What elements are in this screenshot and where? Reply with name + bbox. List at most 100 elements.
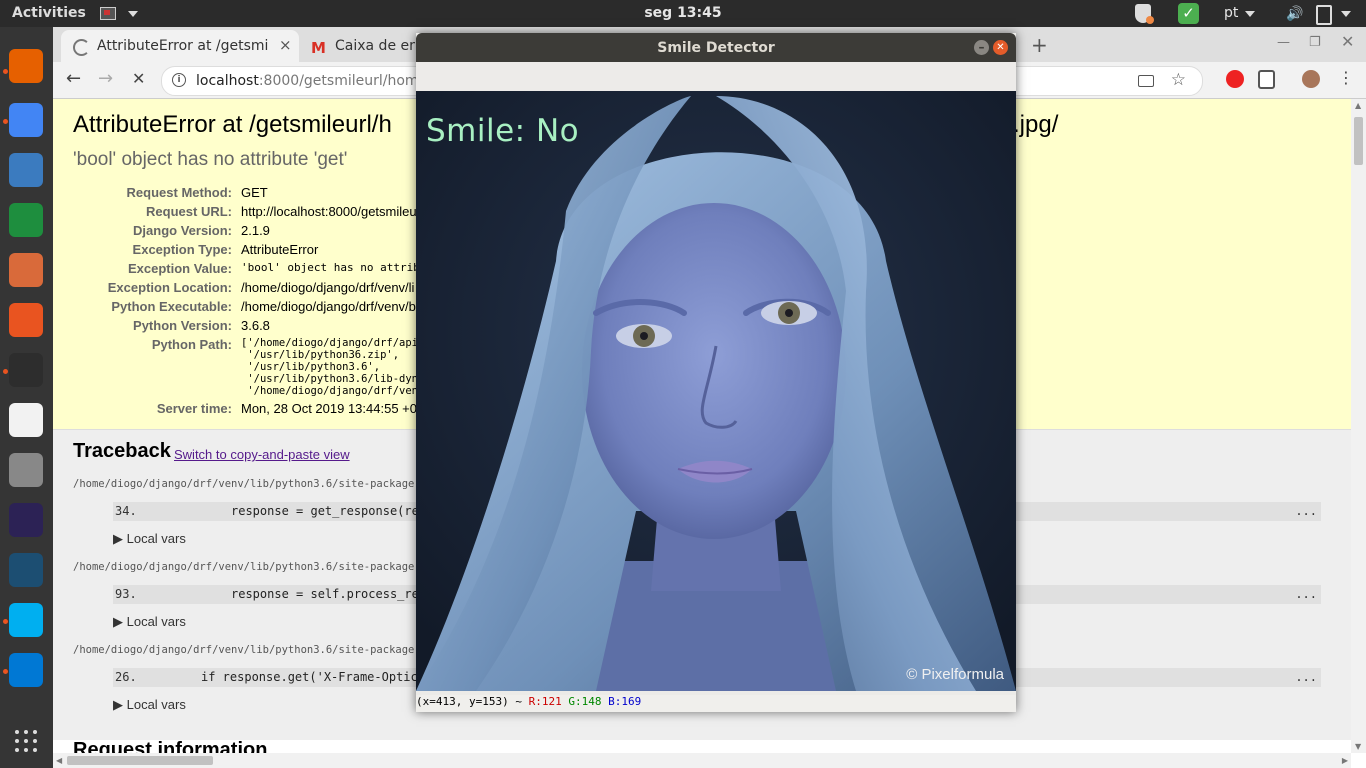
green-value: G:148: [568, 695, 602, 708]
meta-value: /home/diogo/django/drf/venv/b: [241, 299, 416, 314]
libreoffice-impress-icon[interactable]: [9, 153, 43, 187]
new-tab-button[interactable]: +: [1031, 33, 1048, 57]
local-vars-toggle[interactable]: ▶ Local vars: [113, 614, 186, 630]
bookmark-star-icon[interactable]: ☆: [1171, 70, 1186, 90]
request-info-heading: Request information: [73, 739, 268, 753]
expand-context-button[interactable]: ...: [1295, 670, 1317, 684]
switch-view-link[interactable]: Switch to copy-and-paste view: [174, 447, 350, 462]
window-toolbar: [416, 62, 1016, 92]
chevron-down-icon: [1245, 11, 1255, 17]
skype-icon[interactable]: [9, 603, 43, 637]
clock[interactable]: seg 13:45: [0, 5, 1366, 21]
tab-gmail[interactable]: M Caixa de ent: [303, 30, 423, 62]
mysql-workbench-icon[interactable]: [9, 553, 43, 587]
expand-context-button[interactable]: ...: [1295, 504, 1317, 518]
line-number: 26.: [115, 670, 137, 684]
vscode-icon[interactable]: [9, 653, 43, 687]
running-indicator: [3, 619, 8, 624]
settings-icon[interactable]: [9, 453, 43, 487]
scroll-down-icon[interactable]: ▼: [1355, 742, 1361, 751]
source-code: response = self.process_re: [231, 587, 419, 601]
blue-value: B:169: [608, 695, 642, 708]
meta-value: /home/diogo/django/drf/venv/li: [241, 280, 415, 295]
local-vars-toggle[interactable]: ▶ Local vars: [113, 697, 186, 713]
tab-title: AttributeError at /getsmi: [97, 38, 269, 54]
smile-detector-window: Smile Detector – ✕ Smile: No © Pixelform…: [416, 33, 1016, 712]
window-title: Smile Detector: [657, 40, 775, 56]
close-icon[interactable]: ×: [279, 36, 292, 54]
meta-label: Python Path:: [151, 337, 232, 352]
line-number: 93.: [115, 587, 137, 601]
smile-result-label: Smile: No: [426, 113, 580, 149]
traceback-heading: Traceback: [73, 440, 171, 462]
horizontal-scrollbar[interactable]: ◀ ▶: [53, 753, 1351, 768]
terminal-icon[interactable]: [9, 353, 43, 387]
exception-message: 'bool' object has no attribute 'get': [73, 149, 348, 170]
text-editor-icon[interactable]: [9, 403, 43, 437]
meta-label: Exception Value:: [127, 261, 232, 276]
meta-value: 3.6.8: [241, 318, 270, 333]
meta-label: Exception Location:: [107, 280, 232, 295]
check-icon[interactable]: ✓: [1178, 3, 1199, 24]
forward-button[interactable]: →: [98, 68, 113, 89]
frame-path: /home/diogo/django/drf/venv/lib/python3.…: [73, 478, 415, 490]
source-code: if response.get('X-Frame-Optic: [201, 670, 418, 684]
clipboard-icon[interactable]: [1316, 5, 1332, 25]
chrome-icon[interactable]: [9, 103, 43, 137]
libreoffice-calc-icon[interactable]: [9, 203, 43, 237]
close-icon[interactable]: ✕: [1341, 32, 1354, 51]
meta-label: Request URL:: [146, 204, 232, 219]
minimize-icon[interactable]: —: [1277, 35, 1290, 50]
extension-icon[interactable]: [1258, 70, 1275, 89]
pixel-status-bar: (x=413, y=153) ~ R:121 G:148 B:169: [416, 695, 1016, 712]
scroll-right-icon[interactable]: ▶: [1342, 756, 1348, 765]
cursor-coordinates: (x=413, y=153) ~: [416, 695, 522, 708]
window-titlebar[interactable]: Smile Detector – ✕: [416, 33, 1016, 62]
page-title-tail: .jpg/: [1013, 111, 1059, 138]
running-indicator: [3, 669, 8, 674]
tab-attributeerror[interactable]: AttributeError at /getsmi ×: [61, 30, 299, 62]
meta-label: Server time:: [156, 401, 232, 416]
loading-spinner-icon: [73, 39, 90, 56]
eclipse-icon[interactable]: [9, 503, 43, 537]
menu-icon[interactable]: ⋮: [1338, 68, 1354, 87]
back-button[interactable]: ←: [66, 68, 81, 89]
show-applications-icon[interactable]: [15, 730, 39, 754]
firefox-icon[interactable]: [9, 49, 43, 83]
scroll-left-icon[interactable]: ◀: [56, 756, 62, 765]
meta-value: 'bool' object has no attribu: [241, 261, 427, 274]
maximize-icon[interactable]: ❐: [1309, 35, 1321, 50]
shield-icon[interactable]: [1135, 4, 1154, 24]
tab-title: Caixa de ent: [335, 38, 415, 54]
chevron-down-icon: [1341, 11, 1351, 17]
meta-label: Request Method:: [126, 185, 232, 200]
portrait-image: [416, 91, 1016, 691]
software-center-icon[interactable]: [9, 303, 43, 337]
volume-icon[interactable]: 🔊: [1286, 6, 1303, 22]
scroll-thumb[interactable]: [1354, 117, 1363, 165]
language-indicator[interactable]: pt: [1224, 5, 1238, 21]
python-path-value: ['/home/diogo/django/drf/api '/usr/lib/p…: [241, 337, 419, 397]
document-viewer-icon[interactable]: [9, 253, 43, 287]
url-text[interactable]: localhost:8000/getsmileurl/home-d: [196, 73, 441, 89]
stop-button[interactable]: ✕: [132, 69, 145, 88]
expand-context-button[interactable]: ...: [1295, 587, 1317, 601]
gmail-icon: M: [311, 39, 326, 57]
info-icon[interactable]: i: [172, 73, 186, 87]
meta-label: Django Version:: [133, 223, 232, 238]
running-indicator: [3, 69, 8, 74]
cast-icon[interactable]: [1138, 75, 1154, 87]
running-indicator: [3, 119, 8, 124]
page-title: AttributeError at /getsmileurl/h: [73, 111, 392, 138]
scroll-up-icon[interactable]: ▲: [1355, 101, 1361, 110]
adblock-extension-icon[interactable]: [1226, 70, 1244, 88]
meta-value: 2.1.9: [241, 223, 270, 238]
scroll-thumb[interactable]: [67, 756, 213, 765]
local-vars-toggle[interactable]: ▶ Local vars: [113, 531, 186, 547]
profile-avatar[interactable]: [1302, 70, 1320, 88]
camera-frame[interactable]: Smile: No © Pixelformula: [416, 91, 1016, 691]
image-credit: © Pixelformula: [906, 666, 1004, 683]
minimize-button[interactable]: –: [974, 40, 989, 55]
close-button[interactable]: ✕: [993, 40, 1008, 55]
vertical-scrollbar[interactable]: ▲ ▼: [1351, 99, 1366, 753]
